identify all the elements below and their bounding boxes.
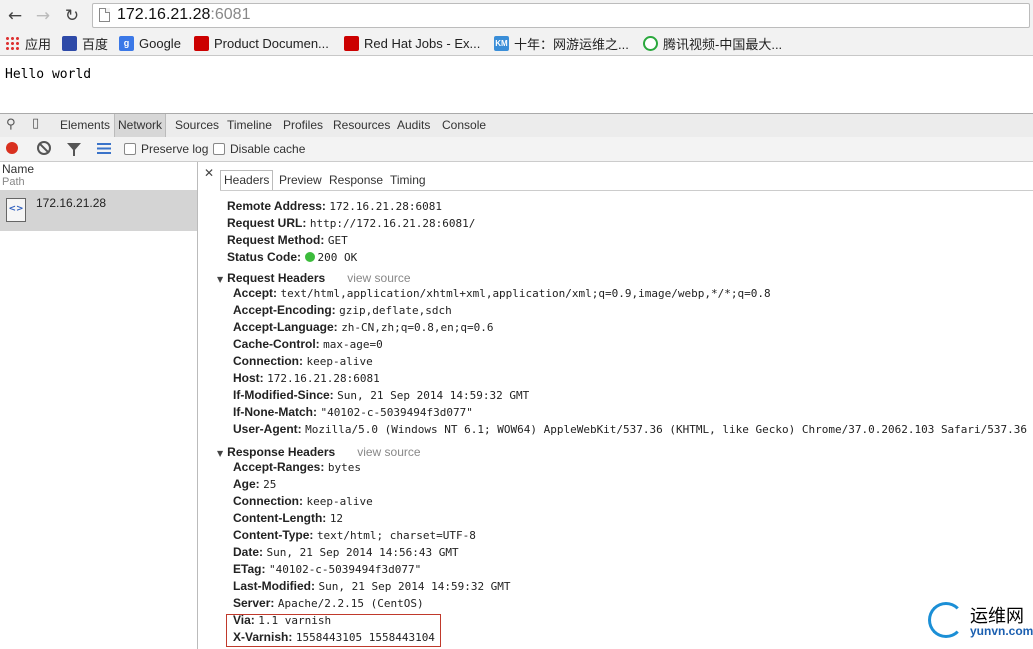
request-headers-section[interactable]: ▼ Request Headers view source	[217, 267, 411, 286]
filter-icon[interactable]	[67, 143, 81, 156]
apps-icon	[5, 36, 20, 51]
header-row: Content-Length: 12	[233, 511, 344, 525]
tab-headers[interactable]: Headers	[220, 170, 274, 191]
bookmark-product-documentation[interactable]: Product Documen...	[194, 35, 329, 52]
browser-toolbar: ← → ↻ 172.16.21.28:6081	[0, 0, 1033, 32]
close-icon[interactable]: ✕	[204, 166, 214, 180]
google-icon: g	[119, 36, 134, 51]
page-icon	[99, 8, 110, 22]
checkbox-box[interactable]	[213, 143, 225, 155]
tab-elements[interactable]: Elements	[60, 118, 110, 132]
forward-arrow-icon[interactable]: →	[32, 5, 54, 27]
url-text[interactable]: 172.16.21.28:6081	[117, 6, 250, 24]
page-content: Hello world	[0, 56, 1033, 113]
header-row: Last-Modified: Sun, 21 Sep 2014 14:59:32…	[233, 579, 511, 593]
general-row: Request Method: GET	[227, 233, 348, 247]
general-row: Remote Address: 172.16.21.28:6081	[227, 199, 443, 213]
response-headers-section[interactable]: ▼ Response Headers view source	[217, 441, 421, 460]
tab-console[interactable]: Console	[442, 118, 486, 132]
header-row: If-None-Match: "40102-c-5039494f3d077"	[233, 405, 473, 419]
column-name-header[interactable]: Name	[2, 162, 34, 176]
bookmark-tencent-video[interactable]: 腾讯视频-中国最大...	[643, 35, 782, 52]
request-detail: ✕ Headers Preview Response Timing Remote…	[198, 162, 1033, 649]
tab-response[interactable]: Response	[329, 173, 383, 187]
checkbox-box[interactable]	[124, 143, 136, 155]
tab-profiles[interactable]: Profiles	[283, 118, 323, 132]
redhat-icon	[344, 36, 359, 51]
bookmark-red-hat-jobs[interactable]: Red Hat Jobs - Ex...	[344, 35, 480, 52]
clear-icon[interactable]	[37, 141, 51, 155]
km-icon: KM	[494, 36, 509, 51]
logo-swoosh-icon	[928, 602, 964, 638]
network-toolbar: Preserve log Disable cache	[0, 137, 1033, 162]
bookmark-km[interactable]: KM 十年：网游运维之...	[494, 35, 629, 52]
header-row: Accept-Language: zh-CN,zh;q=0.8,en;q=0.6	[233, 320, 494, 334]
tab-divider	[220, 190, 1033, 191]
bookmark-apps[interactable]: 应用	[5, 35, 51, 52]
watermark-line2: yunvn.com	[970, 624, 1033, 638]
back-arrow-icon[interactable]: ←	[4, 5, 26, 27]
reload-icon[interactable]: ↻	[61, 5, 83, 27]
highlight-box	[226, 614, 441, 647]
tab-timeline[interactable]: Timeline	[227, 118, 272, 132]
address-bar[interactable]: 172.16.21.28:6081	[92, 3, 1030, 28]
bookmarks-bar: 应用 百度 g Google Product Documen... Red Hat…	[0, 32, 1033, 56]
header-row: If-Modified-Since: Sun, 21 Sep 2014 14:5…	[233, 388, 530, 402]
bookmark-google[interactable]: g Google	[119, 35, 181, 52]
disclosure-triangle-icon[interactable]: ▼	[217, 449, 223, 458]
redhat-icon	[194, 36, 209, 51]
header-row: Age: 25	[233, 477, 277, 491]
header-row: Server: Apache/2.2.15 (CentOS)	[233, 596, 424, 610]
header-row: Accept-Encoding: gzip,deflate,sdch	[233, 303, 452, 317]
header-row: Cache-Control: max-age=0	[233, 337, 383, 351]
header-row: Accept: text/html,application/xhtml+xml,…	[233, 286, 771, 300]
header-row: Date: Sun, 21 Sep 2014 14:56:43 GMT	[233, 545, 459, 559]
tab-audits[interactable]: Audits	[397, 118, 430, 132]
column-path-header: Path	[2, 176, 25, 188]
html-document-icon: <>	[6, 198, 26, 222]
header-row: User-Agent: Mozilla/5.0 (Windows NT 6.1;…	[233, 422, 1028, 436]
search-icon[interactable]: ⚲	[6, 117, 16, 132]
request-name: 172.16.21.28	[36, 196, 107, 210]
header-row: Host: 172.16.21.28:6081	[233, 371, 380, 385]
view-source-link[interactable]: view source	[347, 271, 410, 285]
watermark-logo: 运维网 yunvn.com	[928, 600, 1033, 645]
header-row: Content-Type: text/html; charset=UTF-8	[233, 528, 476, 542]
status-code-row: Status Code: 200 OK	[227, 250, 358, 264]
devtools-tab-bar: ⚲ ▯ Elements Network Sources Timeline Pr…	[0, 113, 1033, 138]
header-row: ETag: "40102-c-5039494f3d077"	[233, 562, 422, 576]
view-source-link[interactable]: view source	[357, 445, 420, 459]
general-row: Request URL: http://172.16.21.28:6081/	[227, 216, 476, 230]
large-rows-icon[interactable]	[97, 143, 111, 154]
header-row: Connection: keep-alive	[233, 354, 373, 368]
tab-network[interactable]: Network	[114, 114, 167, 137]
disclosure-triangle-icon[interactable]: ▼	[217, 275, 223, 284]
header-row: Connection: keep-alive	[233, 494, 373, 508]
record-icon[interactable]	[6, 142, 18, 154]
request-list: Name Path <> 172.16.21.28	[0, 162, 198, 649]
request-row[interactable]: <> 172.16.21.28	[0, 190, 197, 231]
tencent-video-icon	[643, 36, 658, 51]
header-row: Accept-Ranges: bytes	[233, 460, 361, 474]
tab-timing[interactable]: Timing	[390, 173, 426, 187]
disable-cache-checkbox[interactable]: Disable cache	[213, 142, 305, 156]
bookmark-baidu[interactable]: 百度	[62, 35, 108, 52]
baidu-paw-icon	[62, 36, 77, 51]
page-body-text: Hello world	[5, 67, 92, 82]
tab-sources[interactable]: Sources	[175, 118, 219, 132]
tab-preview[interactable]: Preview	[279, 173, 322, 187]
device-mode-icon[interactable]: ▯	[32, 116, 39, 131]
status-ok-icon	[304, 252, 315, 262]
tab-resources[interactable]: Resources	[333, 118, 390, 132]
preserve-log-checkbox[interactable]: Preserve log	[124, 142, 208, 156]
